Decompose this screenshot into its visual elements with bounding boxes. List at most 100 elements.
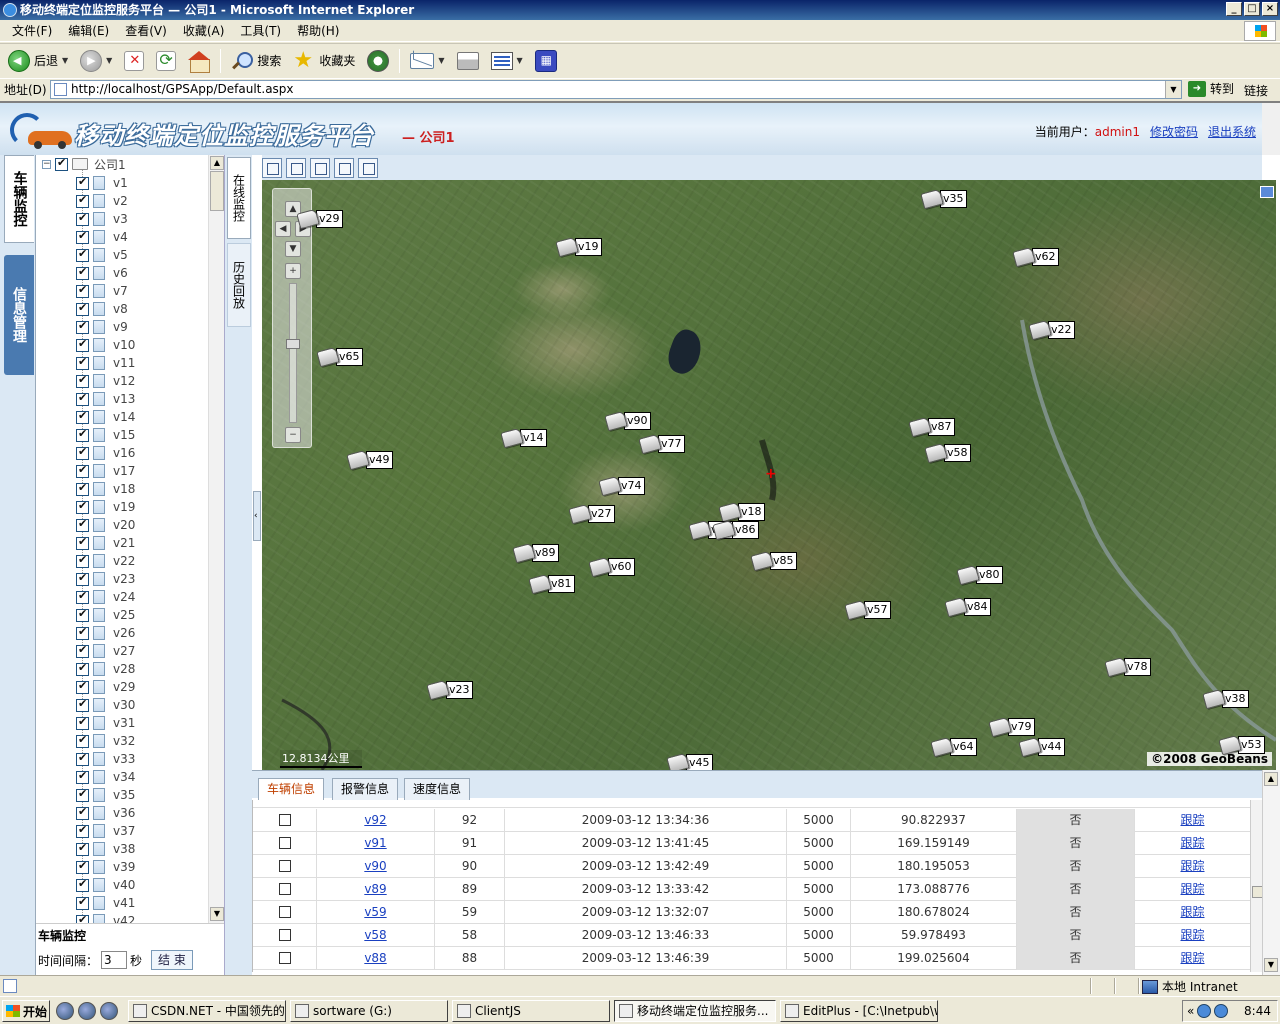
tree-item-checkbox[interactable] xyxy=(76,535,89,550)
vehicle-name-link[interactable]: v59 xyxy=(364,905,386,919)
tree-item[interactable]: v32 xyxy=(76,732,135,750)
tree-scroll-down-icon[interactable]: ▼ xyxy=(210,907,224,921)
tree-item-checkbox[interactable] xyxy=(76,571,89,586)
map-vehicle-marker[interactable]: v49 xyxy=(346,449,393,471)
menu-edit[interactable]: 编辑(E) xyxy=(60,22,117,39)
tree-item-checkbox[interactable] xyxy=(76,643,89,658)
map-tool-2-icon[interactable] xyxy=(286,157,306,178)
vehicle-name-link[interactable]: v90 xyxy=(364,859,386,873)
tab-vehicle-info[interactable]: 车辆信息 xyxy=(258,778,325,801)
tree-item-checkbox[interactable] xyxy=(76,427,89,442)
home-button[interactable] xyxy=(184,47,214,75)
tree-item[interactable]: v1 xyxy=(76,174,128,192)
tree-item[interactable]: v36 xyxy=(76,804,135,822)
end-button[interactable]: 结 束 xyxy=(151,950,193,970)
address-input[interactable]: http://localhost/GPSApp/Default.aspx ▼ xyxy=(50,80,1182,99)
zoom-slider[interactable] xyxy=(289,283,297,423)
tree-item-checkbox[interactable] xyxy=(76,175,89,190)
tree-item[interactable]: v4 xyxy=(76,228,128,246)
tree-item-checkbox[interactable] xyxy=(76,409,89,424)
map-vehicle-marker[interactable]: v90 xyxy=(604,410,651,432)
start-button[interactable]: 开始 xyxy=(2,1000,50,1022)
map-vehicle-marker[interactable]: v14 xyxy=(500,427,547,449)
tree-item[interactable]: v3 xyxy=(76,210,128,228)
search-button[interactable]: 搜索 xyxy=(227,47,285,75)
zoom-out-icon[interactable]: − xyxy=(285,427,301,443)
tray-network-icon[interactable] xyxy=(1214,1004,1229,1018)
map-vehicle-marker[interactable]: v58 xyxy=(924,442,971,464)
tree-item[interactable]: v29 xyxy=(76,678,135,696)
tree-item[interactable]: v5 xyxy=(76,246,128,264)
tree-item[interactable]: v24 xyxy=(76,588,135,606)
tree-item-checkbox[interactable] xyxy=(76,445,89,460)
tree-item[interactable]: v31 xyxy=(76,714,135,732)
tree-item[interactable]: v33 xyxy=(76,750,135,768)
tree-item[interactable]: v20 xyxy=(76,516,135,534)
tree-item-checkbox[interactable] xyxy=(76,319,89,334)
tree-item[interactable]: v35 xyxy=(76,786,135,804)
tree-item[interactable]: v37 xyxy=(76,822,135,840)
map-vehicle-marker[interactable]: v35 xyxy=(920,188,967,210)
zoom-slider-thumb[interactable] xyxy=(286,339,300,349)
map-vehicle-marker[interactable]: v18 xyxy=(718,501,765,523)
row-checkbox[interactable] xyxy=(278,859,291,872)
map-vehicle-marker[interactable]: v57 xyxy=(844,599,891,621)
links-button[interactable]: 链接 xyxy=(1244,82,1268,99)
map-vehicle-marker[interactable]: v81 xyxy=(528,573,575,595)
tree-item-checkbox[interactable] xyxy=(76,697,89,712)
map-vehicle-marker[interactable]: v62 xyxy=(1012,246,1059,268)
tree-scroll-thumb[interactable] xyxy=(210,171,224,211)
menu-help[interactable]: 帮助(H) xyxy=(289,22,347,39)
task-clientjs[interactable]: ClientJS xyxy=(452,1000,610,1022)
row-checkbox[interactable] xyxy=(278,905,291,918)
vehicle-name-link[interactable]: v92 xyxy=(364,813,386,827)
mail-button[interactable]: ▼ xyxy=(406,47,448,75)
map-vehicle-marker[interactable]: v29 xyxy=(296,208,343,230)
tree-item[interactable]: v8 xyxy=(76,300,128,318)
refresh-button[interactable] xyxy=(152,47,180,75)
tree-item-checkbox[interactable] xyxy=(76,337,89,352)
tree-item-checkbox[interactable] xyxy=(76,859,89,874)
task-editplus[interactable]: EditPlus - [C:\Inetpub\w... xyxy=(780,1000,938,1022)
tree-item-checkbox[interactable] xyxy=(76,265,89,280)
map-tool-3-icon[interactable] xyxy=(310,157,330,178)
desktop-icon[interactable] xyxy=(100,1002,118,1020)
row-checkbox[interactable] xyxy=(278,928,291,941)
tree-item-checkbox[interactable] xyxy=(76,517,89,532)
map-tool-4-icon[interactable] xyxy=(334,157,354,178)
tree-item-checkbox[interactable] xyxy=(76,247,89,262)
tree-item[interactable]: v22 xyxy=(76,552,135,570)
tree-item[interactable]: v7 xyxy=(76,282,128,300)
map-vehicle-marker[interactable]: v79 xyxy=(988,716,1035,738)
tree-item-checkbox[interactable] xyxy=(76,787,89,802)
map-vehicle-marker[interactable]: v77 xyxy=(638,433,685,455)
tree-item[interactable]: v21 xyxy=(76,534,135,552)
map-vehicle-marker[interactable]: v38 xyxy=(1202,688,1249,710)
map-vehicle-marker[interactable]: v86 xyxy=(712,519,759,541)
tree-item[interactable]: v25 xyxy=(76,606,135,624)
page-scrollbar-top[interactable] xyxy=(1262,103,1280,155)
pan-left-icon[interactable]: ◀ xyxy=(275,221,291,237)
back-dropdown-icon[interactable]: ▼ xyxy=(62,56,68,65)
page-scroll-up-icon[interactable]: ▲ xyxy=(1264,772,1278,786)
tray-expand-icon[interactable]: « xyxy=(1187,1004,1194,1018)
map-vehicle-marker[interactable]: v87 xyxy=(908,416,955,438)
tree-item[interactable]: v42 xyxy=(76,912,135,923)
tree-scrollbar[interactable]: ▲ ▼ xyxy=(208,155,224,923)
tree-item-checkbox[interactable] xyxy=(76,679,89,694)
tree-item-checkbox[interactable] xyxy=(76,391,89,406)
collapse-icon[interactable]: − xyxy=(42,159,51,169)
mail-dropdown-icon[interactable]: ▼ xyxy=(438,56,444,65)
tree-item[interactable]: v34 xyxy=(76,768,135,786)
go-button[interactable]: ➜ 转到 xyxy=(1188,80,1234,97)
print-button[interactable] xyxy=(453,47,483,75)
tree-item-checkbox[interactable] xyxy=(76,895,89,910)
map-vehicle-marker[interactable]: v53 xyxy=(1218,734,1265,756)
tree-item-checkbox[interactable] xyxy=(76,823,89,838)
map-vehicle-marker[interactable]: v22 xyxy=(1028,319,1075,341)
interval-input[interactable] xyxy=(101,951,128,969)
edit-dropdown-icon[interactable]: ▼ xyxy=(517,56,523,65)
map-vehicle-marker[interactable]: v85 xyxy=(750,550,797,572)
tree-item[interactable]: v6 xyxy=(76,264,128,282)
tab-history-playback[interactable]: 历史回放 xyxy=(227,243,251,327)
